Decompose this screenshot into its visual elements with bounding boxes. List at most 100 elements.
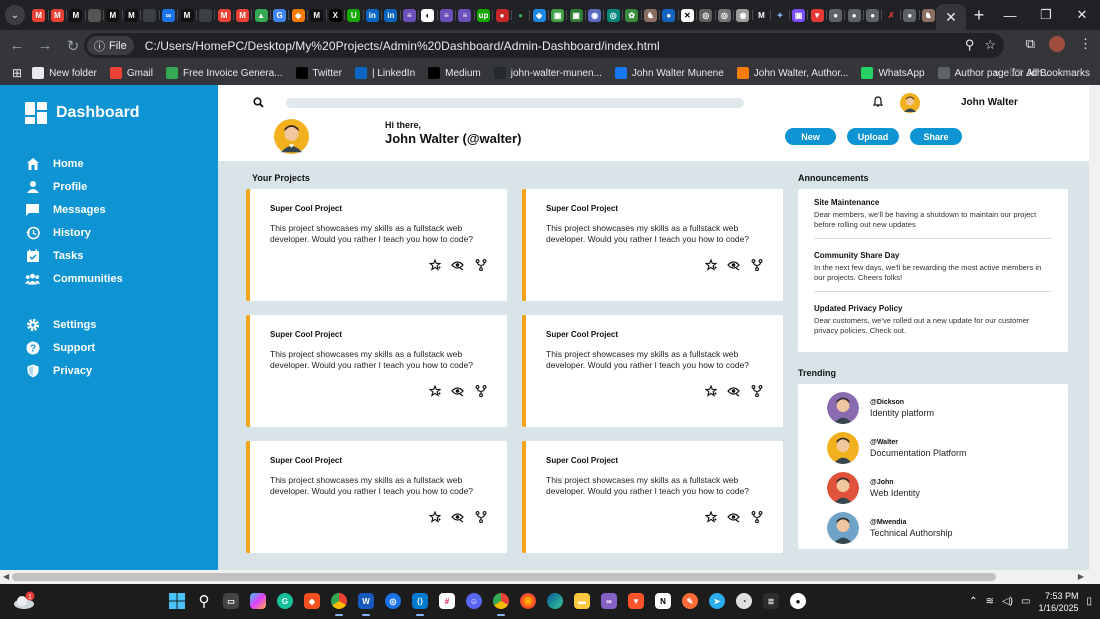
extensions-icon[interactable]: ⧉ bbox=[1026, 36, 1035, 52]
tab-blue-app-2[interactable]: ● bbox=[661, 4, 679, 26]
tab-author[interactable]: ◆ bbox=[290, 4, 308, 26]
tab-generic[interactable] bbox=[87, 4, 104, 26]
bookmark-item[interactable]: Twitter bbox=[295, 67, 342, 79]
tab-medium-6[interactable]: M bbox=[754, 4, 771, 26]
trending-item[interactable]: @Walter Documentation Platform bbox=[827, 432, 967, 464]
tab-x[interactable]: X bbox=[328, 4, 345, 26]
chrome-icon[interactable] bbox=[328, 590, 350, 616]
announcement-item[interactable]: Site Maintenance Dear members, we'll be … bbox=[814, 198, 1054, 230]
tab-drive[interactable]: ▲ bbox=[253, 4, 271, 26]
fork-icon[interactable] bbox=[474, 258, 487, 271]
tab-medium[interactable]: M bbox=[68, 4, 86, 26]
vscode-icon[interactable]: ⟨⟩ bbox=[409, 590, 431, 616]
new-tab-button[interactable]: + bbox=[966, 5, 992, 26]
tab-generic[interactable]: ◐ bbox=[420, 4, 438, 26]
tab-green-dot[interactable]: ● bbox=[513, 4, 530, 26]
more-bookmarks-icon[interactable]: » bbox=[995, 68, 1001, 79]
tab-green-app[interactable]: ▣ bbox=[550, 4, 567, 26]
search-input[interactable] bbox=[286, 98, 744, 108]
chrome-beta-icon[interactable]: ◎ bbox=[382, 590, 404, 612]
slack-icon[interactable]: # bbox=[436, 590, 458, 612]
fork-icon[interactable] bbox=[750, 258, 763, 271]
project-card[interactable]: Super Cool Project This project showcases… bbox=[522, 441, 783, 553]
project-card[interactable]: Super Cool Project This project showcases… bbox=[246, 441, 507, 553]
sidebar-item-profile[interactable]: Profile bbox=[25, 175, 123, 198]
minimize-icon[interactable]: — bbox=[992, 0, 1028, 30]
tab-search-icon[interactable]: ⌄ bbox=[5, 5, 25, 25]
bookmark-item[interactable]: WhatsApp bbox=[861, 67, 925, 79]
terminal-icon[interactable]: ≣ bbox=[760, 590, 782, 612]
fork-icon[interactable] bbox=[750, 510, 763, 523]
bookmark-item[interactable]: New folder bbox=[32, 67, 97, 79]
git-icon[interactable]: ◆ bbox=[301, 590, 323, 612]
star-icon[interactable] bbox=[428, 384, 441, 397]
tab-grey-app-6[interactable]: ● bbox=[865, 4, 882, 26]
task-view-icon[interactable]: ▭ bbox=[220, 590, 242, 612]
tab-gmail[interactable]: M bbox=[31, 4, 49, 26]
tab-grey-app[interactable]: ◎ bbox=[698, 4, 716, 26]
file-explorer-icon[interactable]: ▬ bbox=[571, 590, 593, 612]
site-info-chip[interactable]: ⓘ File bbox=[87, 36, 134, 55]
tab-grey-app-5[interactable]: ● bbox=[846, 4, 864, 26]
tab-colab[interactable]: ∞ bbox=[161, 4, 178, 26]
tab-teal-app[interactable]: ◎ bbox=[605, 4, 623, 26]
grammarly-icon[interactable]: G bbox=[274, 590, 296, 612]
tab-purple-app-4[interactable]: ▣ bbox=[791, 4, 808, 26]
postman-icon[interactable]: ✎ bbox=[679, 590, 701, 612]
tab-purple-app-2[interactable]: ≡ bbox=[439, 4, 456, 26]
notifications-icon[interactable]: ▯ bbox=[1086, 596, 1092, 607]
bookmark-item[interactable]: Medium bbox=[428, 67, 481, 79]
watch-icon[interactable] bbox=[727, 258, 740, 271]
firefox-icon[interactable] bbox=[517, 590, 539, 612]
tab-gmail-2[interactable]: M bbox=[50, 4, 67, 26]
brave-icon[interactable]: ▼ bbox=[625, 590, 647, 612]
tab-grey-app-7[interactable]: ● bbox=[902, 4, 919, 26]
project-card[interactable]: Super Cool Project This project showcases… bbox=[246, 315, 507, 427]
tab-deer-app-2[interactable]: ♞ bbox=[921, 4, 937, 26]
horizontal-scrollbar[interactable]: ◀ ▶ bbox=[0, 570, 1100, 584]
word-icon[interactable]: W bbox=[355, 590, 377, 616]
tab-red-app[interactable]: ● bbox=[494, 4, 512, 26]
sidebar-item-communities[interactable]: Communities bbox=[25, 267, 123, 290]
apps-grid-icon[interactable]: ⊞ bbox=[12, 66, 22, 80]
sidebar-item-home[interactable]: Home bbox=[25, 152, 123, 175]
star-icon[interactable] bbox=[704, 510, 717, 523]
bookmark-item[interactable]: John Walter, Author... bbox=[736, 67, 848, 79]
tab-generic[interactable] bbox=[198, 4, 215, 26]
fork-icon[interactable] bbox=[474, 384, 487, 397]
fork-icon[interactable] bbox=[750, 384, 763, 397]
watch-icon[interactable] bbox=[451, 258, 464, 271]
tab-grey-app-2[interactable]: ◎ bbox=[717, 4, 734, 26]
tab-deer-app[interactable]: ♞ bbox=[643, 4, 660, 26]
sidebar-item-support[interactable]: ? Support bbox=[25, 336, 96, 359]
tab-red-app-2[interactable]: ▼ bbox=[809, 4, 827, 26]
tab-x-box[interactable]: ✕ bbox=[680, 4, 697, 26]
watch-icon[interactable] bbox=[727, 384, 740, 397]
project-card[interactable]: Super Cool Project This project showcases… bbox=[522, 189, 783, 301]
tab-google[interactable]: G bbox=[272, 4, 289, 26]
watch-icon[interactable] bbox=[451, 384, 464, 397]
taskbar-search-icon[interactable]: ⚲ bbox=[193, 590, 215, 612]
scrollbar-thumb[interactable] bbox=[12, 573, 996, 581]
chrome-icon[interactable] bbox=[490, 590, 512, 616]
github-desktop-icon[interactable]: ● bbox=[787, 590, 809, 612]
copilot-icon[interactable] bbox=[247, 590, 269, 612]
search-icon[interactable] bbox=[253, 97, 264, 108]
tab-medium-4[interactable]: M bbox=[179, 4, 197, 26]
notion-icon[interactable]: N bbox=[652, 590, 674, 612]
tab-linkedin[interactable]: in bbox=[365, 4, 382, 26]
scroll-left-icon[interactable]: ◀ bbox=[3, 572, 9, 581]
tab-grey-app-3[interactable]: ◉ bbox=[735, 4, 753, 26]
visual-studio-icon[interactable]: ∞ bbox=[598, 590, 620, 612]
tab-green-app-2[interactable]: ▣ bbox=[568, 4, 586, 26]
star-icon[interactable] bbox=[704, 258, 717, 271]
tab-star-app[interactable]: ✦ bbox=[772, 4, 790, 26]
tab-generic[interactable] bbox=[142, 4, 160, 26]
tab-medium-2[interactable]: M bbox=[105, 4, 123, 26]
project-card[interactable]: Super Cool Project This project showcases… bbox=[522, 315, 783, 427]
tab-upwork-2[interactable]: up bbox=[476, 4, 493, 26]
scroll-right-icon[interactable]: ▶ bbox=[1078, 572, 1084, 581]
trending-item[interactable]: @Dickson Identity platform bbox=[827, 392, 934, 424]
bookmark-item[interactable]: john-walter-munen... bbox=[493, 67, 602, 79]
menu-icon[interactable]: ⋮ bbox=[1079, 36, 1092, 52]
